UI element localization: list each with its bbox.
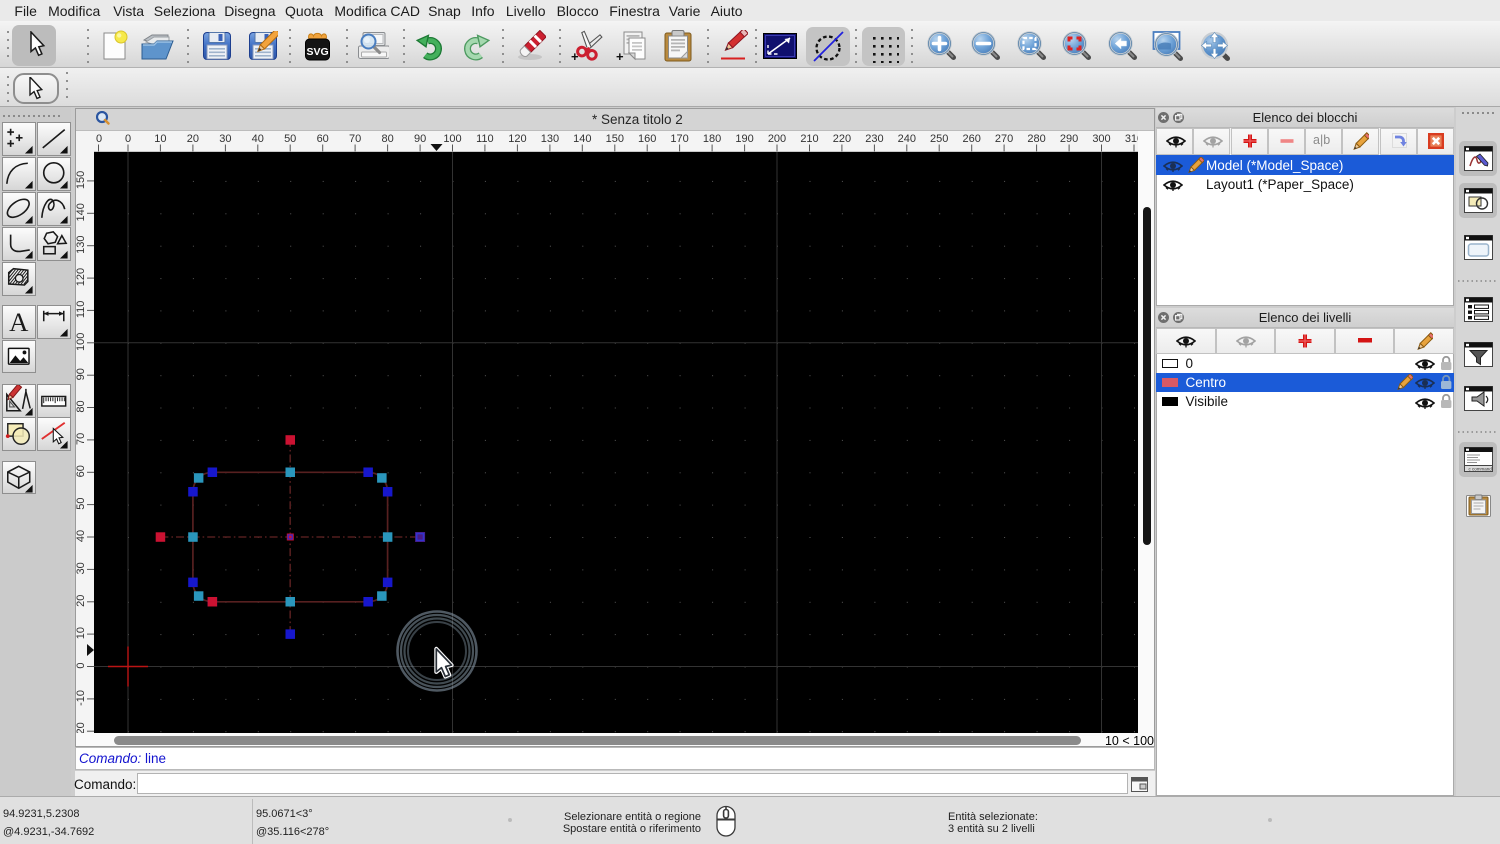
svg-text:20: 20	[76, 595, 87, 607]
svg-text:140: 140	[573, 133, 591, 145]
svg-text:20: 20	[186, 133, 198, 145]
svg-text:0: 0	[76, 662, 87, 668]
svg-text:50: 50	[76, 497, 87, 509]
svg-text:110: 110	[476, 133, 494, 145]
svg-text:250: 250	[930, 133, 948, 145]
svg-text:30: 30	[219, 133, 231, 145]
svg-text:70: 70	[76, 433, 87, 445]
svg-text:130: 130	[540, 133, 558, 145]
svg-text:70: 70	[348, 133, 360, 145]
svg-text:50: 50	[284, 133, 296, 145]
svg-text:-20: -20	[76, 722, 87, 734]
svg-text:170: 170	[670, 133, 688, 145]
svg-text:240: 240	[897, 133, 915, 145]
svg-text:A: A	[9, 307, 29, 337]
svg-text:0: 0	[124, 133, 130, 145]
svg-text:100: 100	[443, 133, 461, 145]
svg-text:260: 260	[962, 133, 980, 145]
svg-text:180: 180	[702, 133, 720, 145]
svg-text:40: 40	[251, 133, 263, 145]
svg-text:+: +	[616, 49, 624, 63]
svg-text:160: 160	[638, 133, 656, 145]
svg-text:30: 30	[76, 562, 87, 574]
svg-text:220: 220	[832, 133, 850, 145]
svg-text:150: 150	[605, 133, 623, 145]
svg-text:110: 110	[76, 301, 87, 319]
svg-text:200: 200	[767, 133, 785, 145]
svg-text:140: 140	[76, 203, 87, 221]
svg-text:40: 40	[76, 530, 87, 542]
svg-text:270: 270	[994, 133, 1012, 145]
svg-text:100: 100	[76, 333, 87, 351]
svg-text:300: 300	[1092, 133, 1110, 145]
svg-text:210: 210	[800, 133, 818, 145]
svg-text:130: 130	[76, 236, 87, 254]
svg-text:120: 120	[76, 268, 87, 286]
svg-text:280: 280	[1027, 133, 1045, 145]
svg-text:120: 120	[508, 133, 526, 145]
svg-text:150: 150	[76, 171, 87, 189]
svg-text:80: 80	[76, 400, 87, 412]
svg-text:310: 310	[1124, 133, 1137, 145]
svg-text:-10: -10	[76, 690, 87, 706]
svg-text:SVG: SVG	[307, 46, 329, 58]
svg-text:60: 60	[316, 133, 328, 145]
svg-text:90: 90	[76, 368, 87, 380]
svg-text:0: 0	[95, 133, 101, 145]
svg-text:60: 60	[76, 465, 87, 477]
svg-text:10: 10	[154, 133, 166, 145]
svg-text:10: 10	[76, 627, 87, 639]
svg-text:c command: c command	[1468, 467, 1492, 472]
svg-text:290: 290	[1059, 133, 1077, 145]
svg-text:80: 80	[381, 133, 393, 145]
svg-text:190: 190	[735, 133, 753, 145]
svg-text:230: 230	[865, 133, 883, 145]
svg-text:90: 90	[413, 133, 425, 145]
